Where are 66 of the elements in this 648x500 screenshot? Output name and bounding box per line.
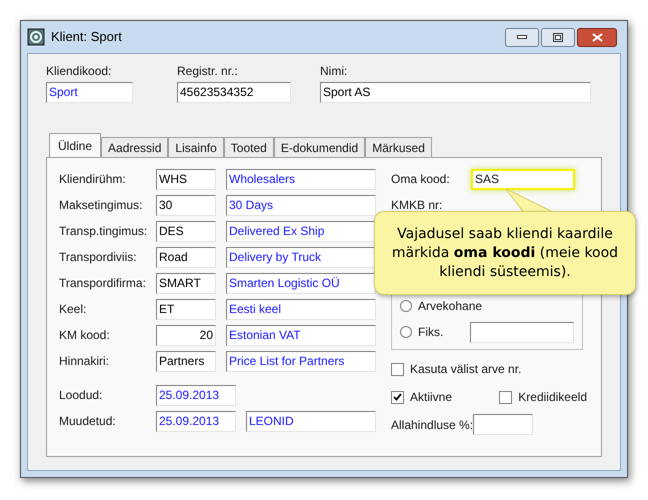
- checkbox[interactable]: [391, 390, 404, 404]
- text-field[interactable]: Partners: [156, 350, 216, 372]
- text-field[interactable]: Eesti keel: [226, 298, 376, 320]
- field-label: Transp.tingimus:: [59, 223, 148, 240]
- tab[interactable]: Lisainfo: [168, 137, 224, 157]
- text-field[interactable]: Delivery by Truck: [226, 246, 376, 268]
- text-field[interactable]: 30 Days: [226, 194, 376, 216]
- field-label: Registr. nr.:: [177, 63, 239, 80]
- minimize-button[interactable]: [505, 28, 539, 46]
- close-button[interactable]: [577, 28, 617, 46]
- radio-label: Fiks.: [418, 324, 444, 341]
- text-field[interactable]: ET: [156, 298, 216, 320]
- field-label: Oma kood:: [391, 171, 451, 188]
- text-field[interactable]: 45623534352: [177, 82, 291, 103]
- text-field[interactable]: Delivered Ex Ship: [226, 220, 376, 242]
- checkbox[interactable]: [391, 362, 404, 376]
- radio-label: Arvekohane: [418, 298, 482, 315]
- field-label: Loodud:: [59, 387, 104, 404]
- field-label: Transpordiviis:: [59, 249, 138, 266]
- checkbox-label: Krediidikeeld: [518, 389, 587, 406]
- tab[interactable]: Tooted: [224, 137, 274, 157]
- text-field[interactable]: [473, 414, 534, 435]
- field-label: Kliendirühm:: [59, 171, 127, 188]
- tab[interactable]: E-dokumendid: [274, 137, 366, 157]
- text-field[interactable]: Sport AS: [320, 82, 591, 103]
- close-icon: [592, 32, 602, 42]
- text-field[interactable]: Sport: [46, 82, 133, 103]
- field-label: KMKB nr:: [391, 198, 444, 212]
- field-label: Muudetud:: [59, 413, 117, 430]
- window-title: Klient: Sport: [51, 28, 122, 46]
- highlighted-text-field[interactable]: SAS: [471, 168, 575, 190]
- checkbox[interactable]: [499, 390, 512, 404]
- field-label: KM kood:: [59, 327, 111, 344]
- field-label: Nimi:: [320, 63, 348, 80]
- text-field[interactable]: Smarten Logistic OÜ: [226, 272, 376, 294]
- tab[interactable]: Aadressid: [101, 137, 168, 157]
- field-label: Hinnakiri:: [59, 353, 110, 370]
- check-icon: [393, 393, 402, 401]
- field-label: Kliendikood:: [46, 63, 112, 80]
- text-field[interactable]: 30: [156, 194, 216, 216]
- text-field[interactable]: LEONID: [246, 410, 376, 432]
- field-label: Keel:: [59, 301, 88, 318]
- maximize-button[interactable]: [541, 28, 575, 46]
- text-field[interactable]: 20: [156, 324, 216, 346]
- checkbox-label: Kasuta välist arve nr.: [410, 361, 522, 378]
- maximize-icon: [553, 32, 563, 42]
- radio-button[interactable]: [400, 326, 412, 338]
- text-field[interactable]: 25.09.2013: [156, 410, 236, 432]
- field-label: Transpordifirma:: [59, 275, 147, 292]
- tab[interactable]: Üldine: [49, 133, 102, 157]
- minimize-icon: [517, 35, 527, 39]
- text-field[interactable]: Estonian VAT: [226, 324, 376, 346]
- text-field[interactable]: DES: [156, 220, 216, 242]
- checkbox-label: Aktiivne: [410, 389, 452, 406]
- field-label: Allahindluse %:: [391, 416, 474, 434]
- tab[interactable]: Märkused: [365, 137, 432, 157]
- text-field[interactable]: Wholesalers: [226, 168, 376, 190]
- text-field[interactable]: Price List for Partners: [226, 350, 376, 372]
- text-field[interactable]: 25.09.2013: [156, 384, 236, 406]
- text-field[interactable]: WHS: [156, 168, 216, 190]
- radio-button[interactable]: [400, 300, 412, 312]
- text-field[interactable]: SMART: [156, 272, 216, 294]
- app-icon: [27, 28, 45, 46]
- field-label: Maksetingimus:: [59, 197, 144, 214]
- text-field[interactable]: [470, 322, 574, 342]
- text-field[interactable]: Road: [156, 246, 216, 268]
